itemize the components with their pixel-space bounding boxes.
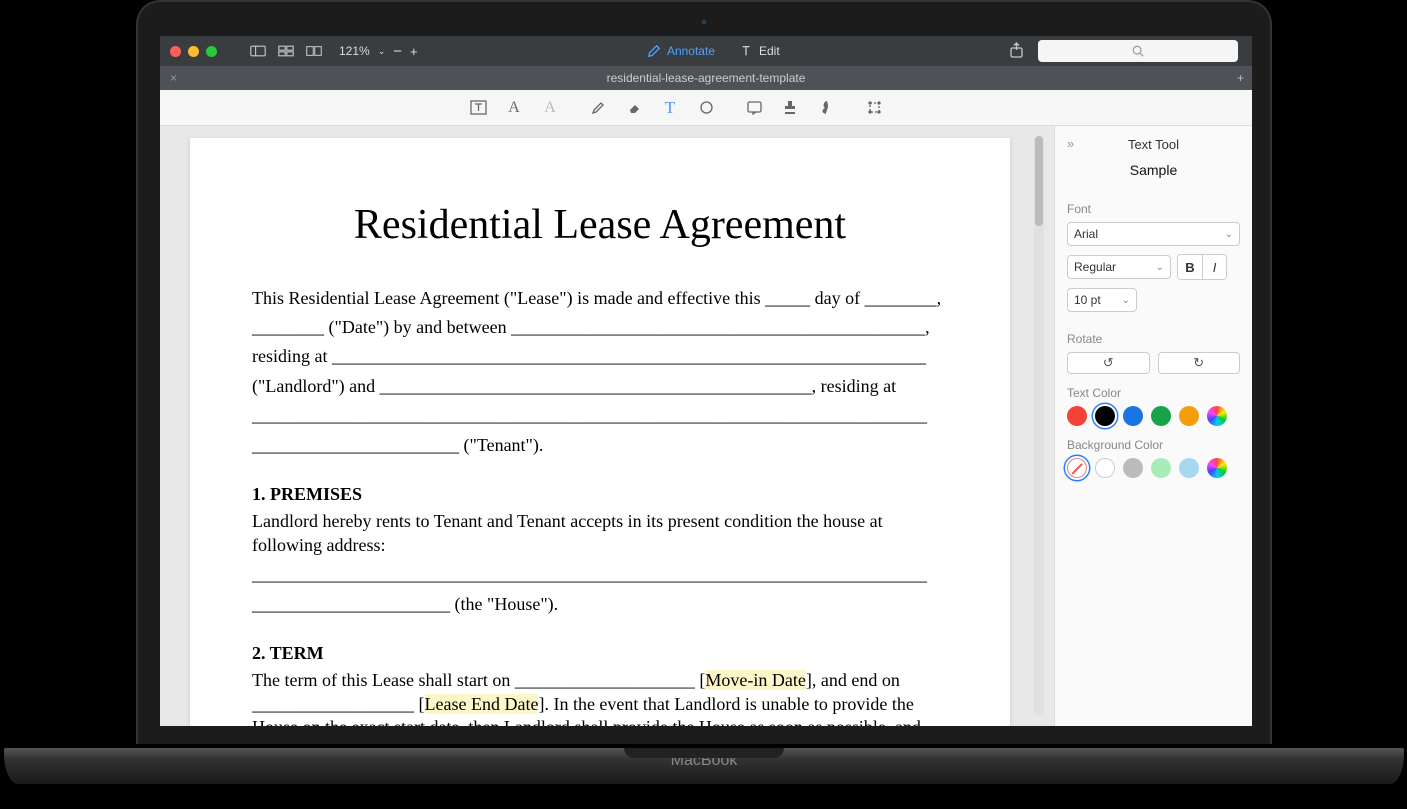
bg-none[interactable] (1067, 458, 1087, 478)
search-icon (1132, 45, 1144, 57)
font-style-value: Regular (1074, 260, 1116, 274)
annotate-mode-tab[interactable]: Annotate (647, 44, 715, 58)
bg-custom[interactable] (1207, 458, 1227, 478)
pencil-tool-icon[interactable] (589, 99, 607, 117)
zoom-chevron-icon[interactable]: ⌄ (378, 46, 386, 57)
camera (700, 18, 708, 26)
doc-paragraph: ______________________ (the "House"). (252, 593, 948, 616)
search-input[interactable] (1038, 40, 1238, 62)
color-green[interactable] (1151, 406, 1171, 426)
note-tool-icon[interactable] (745, 99, 763, 117)
text-tool-icon[interactable]: T (661, 99, 679, 117)
text-a-tool-icon[interactable]: A (505, 99, 523, 117)
zoom-control: 121% ⌄ − + (339, 43, 418, 60)
color-custom[interactable] (1207, 406, 1227, 426)
font-style-select[interactable]: Regular ⌄ (1067, 255, 1171, 279)
rotate-cw-button[interactable]: ↻ (1158, 352, 1241, 374)
bg-light-blue[interactable] (1179, 458, 1199, 478)
chevron-down-icon: ⌄ (1225, 229, 1233, 240)
pdf-editor-window: 121% ⌄ − + Annotate Edit (160, 36, 1252, 726)
edit-icon (739, 44, 753, 58)
color-orange[interactable] (1179, 406, 1199, 426)
chevron-down-icon: ⌄ (1122, 295, 1130, 306)
zoom-in-button[interactable]: + (410, 44, 418, 59)
annotate-icon (647, 44, 661, 58)
doc-paragraph: ________ ("Date") by and between _______… (252, 316, 948, 339)
bold-italic-group: B I (1177, 254, 1227, 280)
thumbnails-icon[interactable] (275, 42, 297, 60)
zoom-button[interactable] (206, 46, 217, 57)
window-traffic-lights (170, 46, 217, 57)
font-size-select[interactable]: 10 pt ⌄ (1067, 288, 1137, 312)
document-tab[interactable]: residential-lease-agreement-template (160, 71, 1252, 85)
font-section-label: Font (1067, 202, 1240, 216)
share-icon[interactable] (1009, 42, 1024, 61)
doc-heading: 2. TERM (252, 642, 948, 665)
bg-color-label: Background Color (1067, 438, 1240, 452)
text-color-swatches (1067, 406, 1240, 426)
stamp-tool-icon[interactable] (781, 99, 799, 117)
text-color-label: Text Color (1067, 386, 1240, 400)
select-tool-icon[interactable] (865, 99, 883, 117)
textbox-tool-icon[interactable] (469, 99, 487, 117)
doc-text: The term of this Lease shall start on __… (252, 670, 705, 690)
sidebar-toggle-icon[interactable] (247, 42, 269, 60)
color-blue[interactable] (1123, 406, 1143, 426)
doc-paragraph: Landlord hereby rents to Tenant and Tena… (252, 510, 948, 557)
scrollbar[interactable] (1034, 136, 1044, 716)
zoom-level[interactable]: 121% (339, 44, 370, 58)
close-tab-button[interactable]: × (170, 71, 177, 85)
annotate-toolbar: A A T (160, 90, 1252, 126)
edit-label: Edit (759, 44, 780, 58)
doc-paragraph: ________________________________________… (252, 404, 948, 427)
doc-text: __________________ [ (252, 694, 425, 714)
chevron-down-icon: ⌄ (1156, 262, 1164, 273)
text-a-outline-icon[interactable]: A (541, 99, 559, 117)
rotate-ccw-button[interactable]: ↺ (1067, 352, 1150, 374)
doc-text: ], and end on (806, 670, 900, 690)
bg-color-swatches (1067, 458, 1240, 478)
doc-paragraph: _______________________ ("Tenant"). (252, 434, 948, 457)
device-notch (624, 748, 784, 758)
zoom-out-button[interactable]: − (393, 43, 402, 60)
bg-white[interactable] (1095, 458, 1115, 478)
color-black[interactable] (1095, 406, 1115, 426)
annotate-label: Annotate (667, 44, 715, 58)
signature-tool-icon[interactable] (817, 99, 835, 117)
font-family-select[interactable]: Arial ⌄ (1067, 222, 1240, 246)
eraser-tool-icon[interactable] (625, 99, 643, 117)
doc-highlight: Move-in Date (705, 670, 805, 690)
document-page: Residential Lease Agreement This Residen… (190, 138, 1010, 726)
font-family-value: Arial (1074, 227, 1098, 241)
doc-heading: 1. PREMISES (252, 483, 948, 506)
doc-paragraph: residing at ____________________________… (252, 345, 948, 368)
color-red[interactable] (1067, 406, 1087, 426)
doc-paragraph: The term of this Lease shall start on __… (252, 669, 948, 726)
close-button[interactable] (170, 46, 181, 57)
panel-title: Text Tool (1067, 137, 1240, 152)
edit-mode-tab[interactable]: Edit (739, 44, 780, 58)
bg-gray[interactable] (1123, 458, 1143, 478)
doc-title: Residential Lease Agreement (252, 198, 948, 253)
doc-paragraph: ________________________________________… (252, 563, 948, 586)
bg-light-green[interactable] (1151, 458, 1171, 478)
text-tool-panel: » Text Tool Sample Font Arial ⌄ Regular … (1054, 126, 1252, 726)
bold-button[interactable]: B (1178, 255, 1202, 279)
doc-paragraph: This Residential Lease Agreement ("Lease… (252, 287, 948, 310)
shape-tool-icon[interactable] (697, 99, 715, 117)
font-size-value: 10 pt (1074, 293, 1101, 307)
italic-button[interactable]: I (1202, 255, 1226, 279)
minimize-button[interactable] (188, 46, 199, 57)
doc-highlight: Lease End Date (425, 694, 539, 714)
add-tab-button[interactable]: + (1237, 71, 1244, 85)
document-tabbar: × residential-lease-agreement-template + (160, 66, 1252, 90)
document-viewport[interactable]: Residential Lease Agreement This Residen… (160, 126, 1054, 726)
text-sample-preview: Sample (1067, 162, 1240, 178)
titlebar: 121% ⌄ − + Annotate Edit (160, 36, 1252, 66)
scroll-thumb[interactable] (1035, 136, 1043, 226)
doc-paragraph: ("Landlord") and _______________________… (252, 375, 948, 398)
two-page-icon[interactable] (303, 42, 325, 60)
rotate-section-label: Rotate (1067, 332, 1240, 346)
